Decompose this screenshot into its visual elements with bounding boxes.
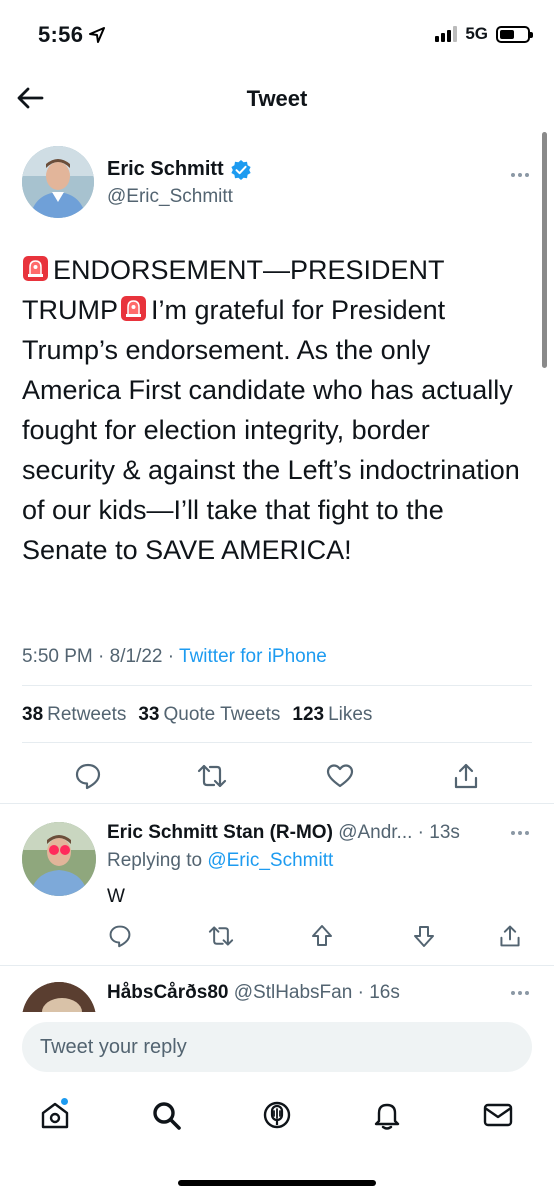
reply-name-row: Eric Schmitt Stan (R-MO) @Andr... · 13s bbox=[107, 822, 460, 844]
share-icon bbox=[500, 925, 520, 947]
author-name-row: Eric Schmitt bbox=[107, 158, 252, 181]
retweet-icon bbox=[197, 764, 227, 788]
tweet-stats: 38 Retweets 33 Quote Tweets 123 Likes bbox=[22, 704, 372, 726]
scrollbar[interactable] bbox=[542, 132, 547, 368]
reply-tweet[interactable]: Eric Schmitt Stan (R-MO) @Andr... · 13s … bbox=[0, 804, 554, 966]
more-dots-icon bbox=[511, 173, 529, 177]
tweet-time: 5:50 PM bbox=[22, 646, 93, 667]
status-time-group: 5:56 bbox=[38, 22, 106, 48]
tweet-text-line2b: I’m grateful for President bbox=[151, 295, 446, 325]
more-dots-icon bbox=[511, 831, 529, 835]
notifications-icon bbox=[374, 1103, 400, 1130]
page-title: Tweet bbox=[246, 86, 308, 111]
reply-actions bbox=[0, 920, 554, 950]
more-options-button[interactable] bbox=[510, 162, 530, 183]
reply-more-button[interactable] bbox=[510, 820, 530, 841]
top-header: Tweet bbox=[0, 72, 554, 124]
reply-name-row: HåbsCårðs80 @StlHabsFan · 16s bbox=[107, 982, 400, 1004]
status-time: 5:56 bbox=[38, 22, 84, 47]
tab-notifications[interactable] bbox=[370, 1098, 404, 1132]
reply-display-name[interactable]: Eric Schmitt Stan (R-MO) bbox=[107, 822, 333, 843]
tab-spaces[interactable] bbox=[260, 1098, 294, 1132]
tweet-text-line1: ENDORSEMENT—PRESIDENT bbox=[53, 255, 445, 285]
bottom-tab-bar bbox=[0, 1084, 554, 1154]
meta-separator: · bbox=[167, 646, 180, 667]
author-handle[interactable]: @Eric_Schmitt bbox=[107, 186, 233, 208]
like-button[interactable] bbox=[324, 760, 356, 792]
battery-icon bbox=[496, 25, 533, 43]
tab-search[interactable] bbox=[149, 1098, 183, 1132]
share-icon bbox=[454, 763, 478, 789]
new-content-dot bbox=[61, 1098, 68, 1105]
status-bar: 5:56 5G bbox=[0, 0, 554, 70]
downvote-button[interactable] bbox=[408, 920, 440, 952]
messages-icon bbox=[483, 1103, 513, 1127]
retweet-icon bbox=[208, 926, 234, 946]
reply-separator: · bbox=[412, 822, 430, 843]
reply-input-placeholder: Tweet your reply bbox=[40, 1035, 187, 1058]
reply-avatar[interactable] bbox=[22, 822, 96, 896]
signal-icon bbox=[435, 26, 458, 42]
share-button[interactable] bbox=[450, 760, 482, 792]
tab-home[interactable] bbox=[38, 1098, 72, 1132]
reply-more-button[interactable] bbox=[510, 980, 530, 1001]
reply-button[interactable] bbox=[72, 760, 104, 792]
upvote-button[interactable] bbox=[306, 920, 338, 952]
tab-messages[interactable] bbox=[481, 1098, 515, 1132]
tweet-source-link[interactable]: Twitter for iPhone bbox=[179, 646, 327, 667]
replying-to: Replying to @Eric_Schmitt bbox=[107, 850, 333, 872]
author-avatar[interactable] bbox=[22, 146, 94, 218]
battery-fill bbox=[500, 29, 515, 39]
divider bbox=[22, 685, 532, 686]
reply-handle[interactable]: @StlHabsFan bbox=[234, 982, 353, 1003]
meta-separator: · bbox=[98, 646, 110, 667]
downvote-arrow-icon bbox=[414, 926, 434, 947]
tweet-text: ENDORSEMENT—PRESIDENT TRUMP I’m grateful… bbox=[22, 250, 522, 570]
more-dots-icon bbox=[511, 991, 529, 995]
reply-reply-button[interactable] bbox=[104, 920, 136, 952]
network-label: 5G bbox=[465, 24, 488, 43]
tweet-text-rest: Trump’s endorsement. As the only America… bbox=[22, 335, 520, 565]
reply-handle[interactable]: @Andr... bbox=[338, 822, 412, 843]
location-arrow-icon bbox=[89, 27, 106, 43]
reply-avatar[interactable] bbox=[22, 982, 96, 1012]
avatar-photo bbox=[22, 146, 94, 218]
reply-age: 16s bbox=[369, 982, 400, 1003]
reply-text: W bbox=[107, 886, 125, 907]
status-right: 5G bbox=[435, 24, 533, 44]
reply-input[interactable]: Tweet your reply bbox=[22, 1022, 532, 1072]
tweet-text-line2a: TRUMP bbox=[22, 295, 118, 325]
likes-stat[interactable]: 123 Likes bbox=[292, 704, 372, 726]
author-display-name[interactable]: Eric Schmitt bbox=[107, 158, 224, 181]
home-indicator[interactable] bbox=[178, 1180, 376, 1186]
reply-icon bbox=[109, 925, 131, 948]
spaces-icon bbox=[263, 1101, 291, 1129]
tweet-actions bbox=[0, 756, 554, 796]
reply-display-name[interactable]: HåbsCårðs80 bbox=[107, 982, 228, 1003]
avatar-photo bbox=[22, 982, 96, 1012]
siren-emoji-icon bbox=[121, 296, 146, 321]
reply-retweet-button[interactable] bbox=[205, 920, 237, 952]
tweet-date: 8/1/22 bbox=[109, 646, 163, 667]
reply-age: 13s bbox=[429, 822, 460, 843]
reply-share-button[interactable] bbox=[494, 920, 526, 952]
reply-icon bbox=[75, 763, 101, 790]
tweet-meta: 5:50 PM · 8/1/22 · Twitter for iPhone bbox=[22, 646, 327, 668]
siren-emoji-icon bbox=[23, 256, 48, 281]
upvote-arrow-icon bbox=[312, 925, 332, 946]
reply-tweet[interactable]: HåbsCårðs80 @StlHabsFan · 16s bbox=[0, 966, 554, 1012]
quote-tweets-stat[interactable]: 33 Quote Tweets bbox=[138, 704, 280, 726]
divider bbox=[22, 742, 532, 743]
avatar-photo bbox=[22, 822, 96, 896]
search-icon bbox=[153, 1102, 181, 1130]
verified-badge-icon bbox=[231, 159, 251, 180]
heart-icon bbox=[326, 764, 354, 788]
replying-label: Replying to bbox=[107, 850, 203, 871]
retweets-stat[interactable]: 38 Retweets bbox=[22, 704, 126, 726]
reply-composer-bar: Tweet your reply bbox=[0, 1012, 554, 1084]
reply-separator: · bbox=[352, 982, 370, 1003]
replying-to-link[interactable]: @Eric_Schmitt bbox=[207, 850, 333, 871]
retweet-button[interactable] bbox=[196, 760, 228, 792]
